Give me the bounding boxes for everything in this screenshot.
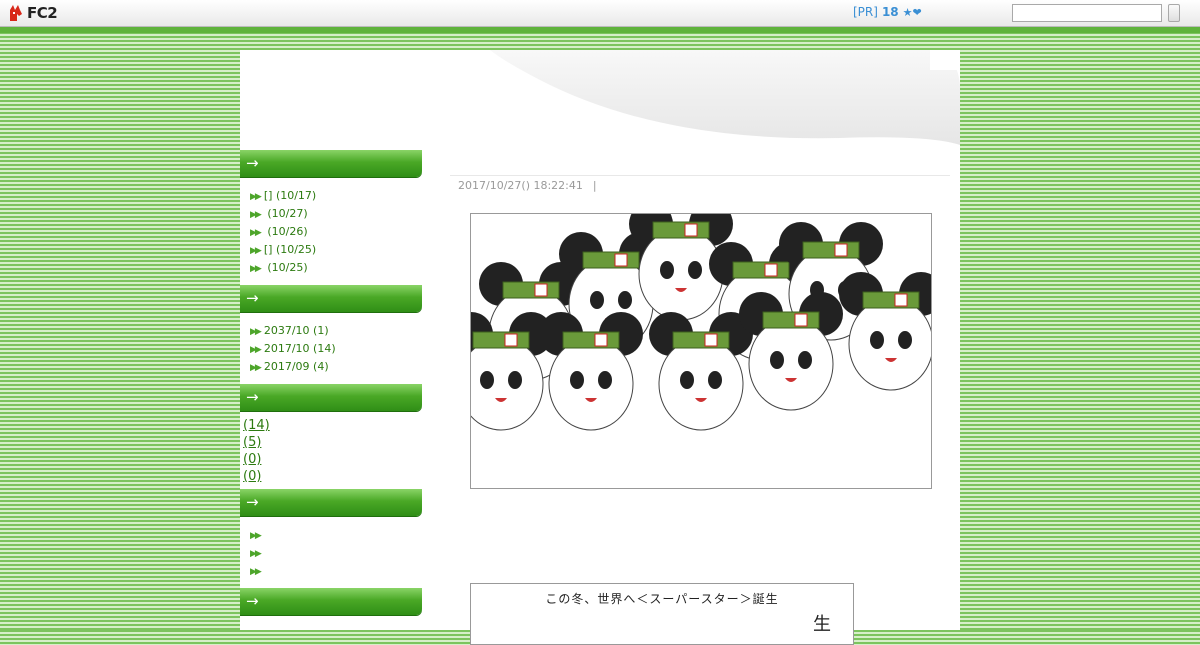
category-link[interactable]: (0): [243, 469, 261, 484]
list-item[interactable]: ▶▶: [250, 526, 424, 544]
double-arrow-icon: ▶▶: [250, 531, 262, 541]
list-item[interactable]: ▶▶ 2017/09 (4): [250, 358, 424, 376]
entry-link[interactable]: [] (10/25): [264, 243, 316, 256]
list-item[interactable]: ▶▶[] (10/17): [250, 187, 424, 205]
double-arrow-icon: ▶▶: [250, 549, 262, 559]
pr-label: [PR]: [853, 5, 878, 19]
arrow-right-icon: →: [246, 289, 259, 307]
double-arrow-icon: ▶▶: [250, 363, 262, 373]
links-list: ▶▶ ▶▶ ▶▶: [240, 516, 424, 588]
list-item[interactable]: ▶▶ 2037/10 (1): [250, 322, 424, 340]
entry-divider: [450, 175, 950, 176]
entry-link[interactable]: [] (10/17): [264, 189, 316, 202]
archive-link[interactable]: 2037/10 (1): [264, 324, 329, 337]
list-item[interactable]: ▶▶ (10/25): [250, 259, 424, 277]
sidebar-heading-recent: →: [240, 150, 422, 177]
archives-list: ▶▶ 2037/10 (1) ▶▶ 2017/10 (14) ▶▶ 2017/09 (…: [240, 312, 424, 384]
toolbar-stripe: [0, 27, 1200, 33]
double-arrow-icon: ▶▶: [250, 210, 262, 220]
sidebar-heading-categories: →: [240, 384, 422, 411]
double-arrow-icon: ▶▶: [250, 567, 262, 577]
poster-title: この冬、世界へ＜スーパースター＞誕生: [545, 592, 779, 606]
arrow-right-icon: →: [246, 592, 259, 610]
list-item[interactable]: ▶▶[] (10/25): [250, 241, 424, 259]
list-item[interactable]: (14): [243, 417, 424, 434]
star-heart-icon: ★❤: [902, 6, 922, 19]
fc2-toolbar: FC2 [PR] 18 ★❤: [0, 0, 1200, 27]
list-item[interactable]: ▶▶ (10/26): [250, 223, 424, 241]
blog-header: [240, 50, 960, 145]
double-arrow-icon: ▶▶: [250, 264, 262, 274]
fc2-fox-icon: [8, 4, 24, 22]
category-link[interactable]: (0): [243, 452, 261, 467]
panda-figure: [839, 272, 931, 391]
recent-entries-list: ▶▶[] (10/17) ▶▶ (10/27) ▶▶ (10/26) ▶▶[] …: [240, 177, 424, 285]
list-item[interactable]: (5): [243, 434, 424, 451]
panda-figure: [649, 312, 753, 431]
entry-link[interactable]: (10/27): [264, 207, 307, 220]
entry-datetime: 2017/10/27() 18:22:41 |: [458, 179, 597, 192]
pr-count: 18: [881, 5, 899, 19]
panda-group-illustration: [471, 214, 931, 431]
poster-character: 生: [813, 614, 831, 635]
arrow-right-icon: →: [246, 388, 259, 406]
search-button[interactable]: [1168, 4, 1180, 22]
list-item[interactable]: (0): [243, 468, 424, 485]
double-arrow-icon: ▶▶: [250, 246, 262, 256]
fc2-logo[interactable]: FC2: [8, 3, 58, 23]
list-item[interactable]: (0): [243, 451, 424, 468]
double-arrow-icon: ▶▶: [250, 327, 262, 337]
entry-link[interactable]: (10/26): [264, 225, 307, 238]
sidebar: → ▶▶[] (10/17) ▶▶ (10/27) ▶▶ (10/26) ▶▶[…: [240, 150, 424, 615]
sidebar-heading-archives: →: [240, 285, 422, 312]
search-input[interactable]: [1012, 4, 1162, 22]
entry-link[interactable]: (10/25): [264, 261, 307, 274]
double-arrow-icon: ▶▶: [250, 345, 262, 355]
archive-link[interactable]: 2017/09 (4): [264, 360, 329, 373]
fc2-logo-text: FC2: [27, 4, 58, 22]
entry-image[interactable]: [470, 213, 932, 489]
list-item[interactable]: ▶▶ (10/27): [250, 205, 424, 223]
category-link[interactable]: (5): [243, 435, 261, 450]
arrow-right-icon: →: [246, 154, 259, 172]
poster-image[interactable]: この冬、世界へ＜スーパースター＞誕生 生: [470, 583, 854, 645]
double-arrow-icon: ▶▶: [250, 228, 262, 238]
entry-separator: |: [592, 179, 597, 192]
category-link[interactable]: (14): [243, 418, 270, 433]
list-item[interactable]: ▶▶: [250, 544, 424, 562]
pr-link[interactable]: [PR] 18 ★❤: [853, 5, 922, 19]
blog-container: → ▶▶[] (10/17) ▶▶ (10/27) ▶▶ (10/26) ▶▶[…: [240, 50, 960, 645]
list-item[interactable]: ▶▶: [250, 562, 424, 580]
list-item[interactable]: ▶▶ 2017/10 (14): [250, 340, 424, 358]
arrow-right-icon: →: [246, 493, 259, 511]
sidebar-heading-more: →: [240, 588, 422, 615]
archive-link[interactable]: 2017/10 (14): [264, 342, 336, 355]
categories-list: (14) (5) (0) (0): [240, 411, 424, 489]
entry-date-text: 2017/10/27() 18:22:41: [458, 179, 583, 192]
double-arrow-icon: ▶▶: [250, 192, 262, 202]
sidebar-heading-links: →: [240, 489, 422, 516]
